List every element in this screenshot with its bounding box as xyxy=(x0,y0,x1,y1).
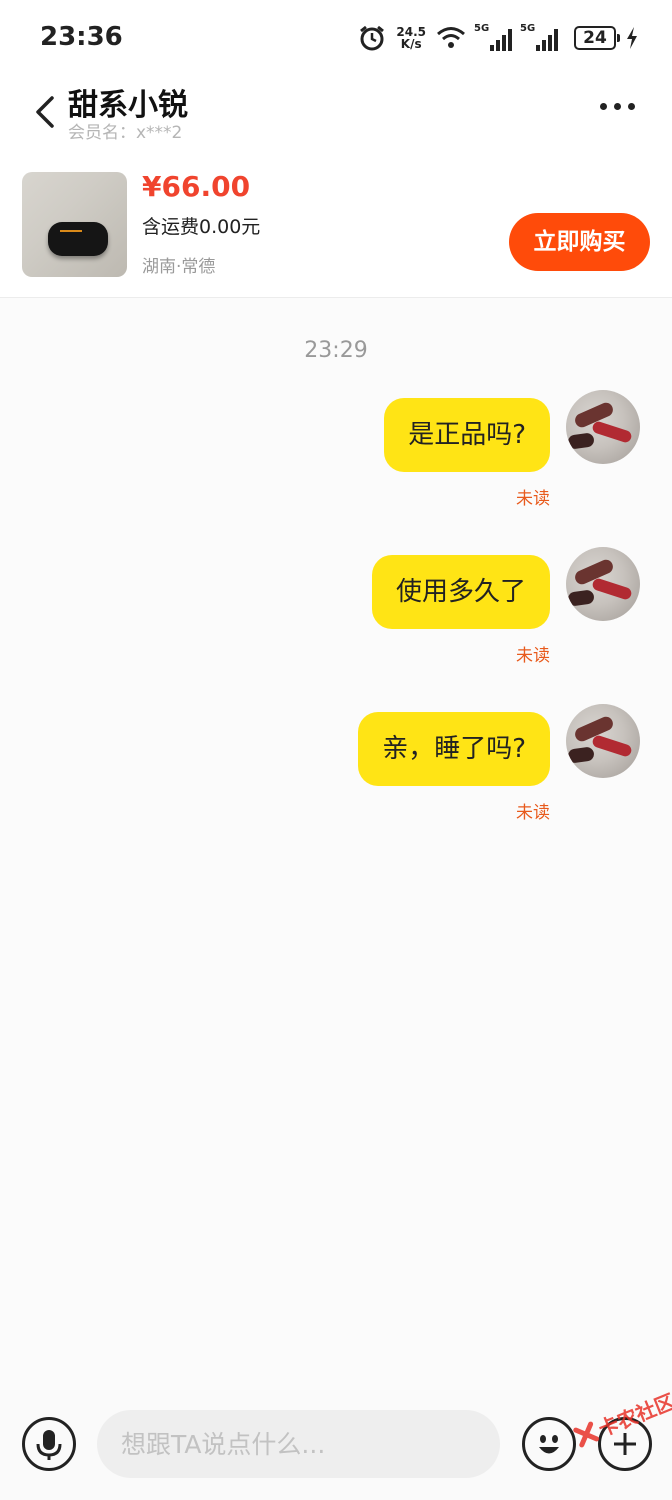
microphone-icon xyxy=(36,1430,62,1460)
avatar[interactable] xyxy=(566,547,640,621)
input-bar xyxy=(0,1390,672,1500)
message-row: 是正品吗? 未读 xyxy=(0,390,672,518)
battery-icon: 24 xyxy=(574,26,620,50)
member-name: 会员名：x***2 xyxy=(68,123,183,143)
message-input[interactable] xyxy=(97,1410,500,1478)
network-speed: 24.5 K/s xyxy=(396,26,426,50)
emoji-button[interactable] xyxy=(522,1417,576,1471)
read-status: 未读 xyxy=(516,803,550,823)
more-dots-icon[interactable] xyxy=(600,96,644,120)
status-icons: 24.5 K/s 5G 5G 24 xyxy=(358,20,638,56)
product-location: 湖南·常德 xyxy=(142,257,216,277)
network-speed-unit: K/s xyxy=(400,37,422,51)
earbud-case-graphic xyxy=(48,222,108,256)
message-row: 使用多久了 未读 xyxy=(0,547,672,675)
voice-button[interactable] xyxy=(22,1417,76,1471)
shipping-fee: 含运费0.00元 xyxy=(142,216,261,238)
alarm-icon xyxy=(360,25,385,51)
chat-timestamp: 23:29 xyxy=(304,338,368,363)
wifi-icon xyxy=(437,27,465,48)
buy-now-button[interactable]: 立即购买 xyxy=(509,213,650,271)
charging-bolt-icon xyxy=(627,27,637,49)
avatar[interactable] xyxy=(566,704,640,778)
signal-icon: 5G xyxy=(474,23,512,51)
avatar[interactable] xyxy=(566,390,640,464)
status-time: 23:36 xyxy=(40,22,123,52)
chat-header: 甜系小锐 会员名：x***2 xyxy=(0,76,672,156)
message-bubble[interactable]: 是正品吗? xyxy=(384,398,550,472)
status-bar: 23:36 24.5 K/s 5G 5G 24 xyxy=(0,0,672,76)
message-row: 亲，睡了吗? 未读 xyxy=(0,704,672,832)
signal-icon: 5G xyxy=(520,23,558,51)
signal-1-tag: 5G xyxy=(474,23,490,34)
emoji-icon xyxy=(539,1435,559,1454)
message-bubble[interactable]: 亲，睡了吗? xyxy=(358,712,550,786)
product-card[interactable]: ¥66.00 含运费0.00元 湖南·常德 立即购买 xyxy=(0,156,672,298)
product-image[interactable] xyxy=(22,172,127,277)
read-status: 未读 xyxy=(516,489,550,509)
message-bubble[interactable]: 使用多久了 xyxy=(371,555,550,629)
signal-2-tag: 5G xyxy=(520,23,536,34)
product-price: ¥66.00 xyxy=(142,170,251,203)
back-arrow-icon[interactable] xyxy=(28,86,64,136)
read-status: 未读 xyxy=(516,646,550,666)
